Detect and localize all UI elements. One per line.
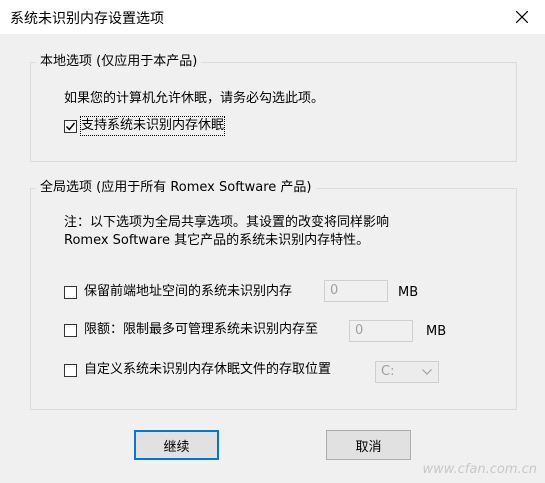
watermark: www.cfan.com.cn (422, 462, 537, 477)
close-button[interactable] (499, 0, 545, 34)
hibernate-checkbox[interactable] (64, 120, 77, 133)
limit-label[interactable]: 限额：限制最多可管理系统未识别内存至 (84, 321, 344, 339)
reserve-unit: MB (398, 285, 419, 300)
global-note-line2: Romex Software 其它产品的系统未识别内存特性。 (64, 233, 370, 248)
reserve-checkbox[interactable] (64, 286, 77, 299)
global-note-line1: 注：以下选项为全局共享选项。其设置的改变将同样影响 (64, 215, 390, 230)
hibernate-checkbox-label[interactable]: 支持系统未识别内存休眠 (79, 116, 226, 136)
cancel-button[interactable]: 取消 (326, 430, 411, 460)
limit-checkbox[interactable] (64, 324, 77, 337)
chevron-down-icon (422, 369, 432, 375)
global-options-title: 全局选项 (应用于所有 Romex Software 产品) (36, 179, 316, 197)
local-options-description: 如果您的计算机允许休眠，请务必勾选此项。 (64, 91, 325, 106)
close-icon (516, 11, 528, 23)
location-checkbox[interactable] (64, 364, 77, 377)
local-options-title: 本地选项 (仅应用于本产品) (36, 53, 202, 71)
window-title: 系统未识别内存设置选项 (10, 11, 164, 27)
local-options-group: 本地选项 (仅应用于本产品) (30, 53, 517, 162)
checkmark-icon (65, 122, 76, 131)
continue-button[interactable]: 继续 (134, 430, 219, 460)
location-label[interactable]: 自定义系统未识别内存休眠文件的存取位置 (84, 361, 362, 379)
limit-value-field[interactable]: 0 (349, 320, 413, 342)
title-bar: 系统未识别内存设置选项 (0, 0, 545, 34)
limit-unit: MB (426, 324, 447, 339)
reserve-label[interactable]: 保留前端地址空间的系统未识别内存 (84, 283, 315, 301)
drive-select-value: C: (381, 364, 395, 379)
reserve-value-field[interactable]: 0 (324, 280, 388, 302)
drive-select[interactable]: C: (375, 361, 439, 383)
